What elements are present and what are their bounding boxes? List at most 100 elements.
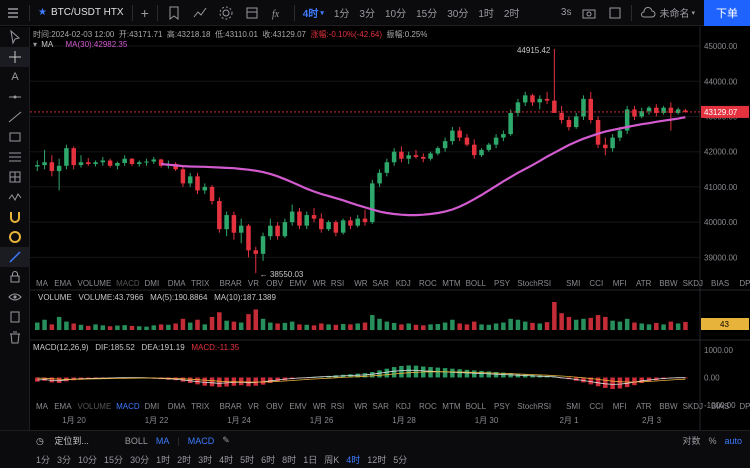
indicator-tab-smi[interactable]: SMI — [566, 402, 580, 411]
candle-body[interactable] — [515, 102, 521, 113]
candle-body[interactable] — [471, 144, 477, 156]
candle-body[interactable] — [326, 222, 331, 230]
candle-body[interactable] — [195, 176, 200, 191]
candle-body[interactable] — [151, 159, 157, 162]
magnet-tool[interactable] — [0, 207, 30, 227]
candle-body[interactable] — [122, 158, 127, 163]
candle-body[interactable] — [275, 225, 280, 237]
indicator-tab-smi[interactable]: SMI — [566, 279, 580, 288]
candle-body[interactable] — [86, 162, 91, 165]
indicator-tab-ma[interactable]: MA — [36, 402, 49, 411]
indicator-tab-skdj[interactable]: SKDJ — [683, 279, 703, 288]
candle-body[interactable] — [450, 130, 455, 142]
candle-body[interactable] — [217, 201, 222, 230]
indicator-tab-wr[interactable]: WR — [354, 402, 368, 411]
indicator-tab-trix[interactable]: TRIX — [191, 279, 210, 288]
indicator-tab-trix[interactable]: TRIX — [191, 402, 210, 411]
candle-body[interactable] — [238, 225, 244, 233]
indicator-tab-cci[interactable]: CCI — [589, 279, 603, 288]
log-scale-label[interactable]: 对数 — [682, 434, 700, 447]
indicator-tab-roc[interactable]: ROC — [419, 402, 437, 411]
text-tool[interactable]: A — [0, 67, 30, 87]
timeframe-6[interactable]: 2时 — [177, 453, 191, 466]
cloud-layout-button[interactable]: 未命名 ▾ — [635, 0, 700, 26]
indicator-tab-mtm[interactable]: MTM — [442, 279, 461, 288]
timeframe-2[interactable]: 10分 — [78, 453, 97, 466]
interval-3m[interactable]: 3分 — [354, 0, 380, 26]
candle-body[interactable] — [311, 215, 317, 219]
indicator-tab-brar[interactable]: BRAR — [220, 402, 242, 411]
candle-body[interactable] — [522, 95, 528, 103]
interval-1m[interactable]: 1分 — [329, 0, 355, 26]
candle-body[interactable] — [253, 250, 259, 254]
timeframe-4[interactable]: 30分 — [130, 453, 149, 466]
indicator-tab-bbw[interactable]: BBW — [659, 402, 678, 411]
add-symbol-button[interactable]: + — [136, 0, 154, 26]
menu-button[interactable] — [0, 0, 26, 26]
fib-tool[interactable] — [0, 147, 30, 167]
candle-body[interactable] — [377, 172, 382, 184]
candle-body[interactable] — [508, 112, 513, 135]
indicator-tab-atr[interactable]: ATR — [636, 402, 652, 411]
indicator-tab-macd[interactable]: MACD — [116, 402, 140, 411]
candle-body[interactable] — [224, 215, 229, 230]
interval-15m[interactable]: 15分 — [411, 0, 442, 26]
indicator-tab-volume[interactable]: VOLUME — [78, 402, 112, 411]
interval-active[interactable]: 4时 ▾ — [298, 0, 329, 26]
candle-body[interactable] — [384, 162, 390, 173]
indicator-tab-vr[interactable]: VR — [248, 279, 259, 288]
indicator-tab-dpo[interactable]: DPO — [739, 279, 750, 288]
overlay-boll[interactable]: BOLL — [125, 436, 148, 446]
percent-scale-button[interactable]: % — [708, 436, 716, 446]
candle-body[interactable] — [370, 183, 375, 223]
indicator-tab-boll[interactable]: BOLL — [466, 402, 487, 411]
overlay-ma[interactable]: MA — [156, 436, 170, 446]
candle-body[interactable] — [573, 116, 579, 128]
candle-body[interactable] — [42, 162, 47, 166]
symbol-selector[interactable]: ★ BTC/USDT HTX — [33, 0, 129, 26]
candle-body[interactable] — [581, 98, 586, 117]
candle-body[interactable] — [348, 220, 353, 226]
hline-tool[interactable] — [0, 87, 30, 107]
indicator-tab-bias[interactable]: BIAS — [711, 279, 729, 288]
candle-body[interactable] — [428, 153, 433, 159]
timeframe-13[interactable]: 周K — [324, 453, 339, 466]
sub-macd[interactable]: MACD — [188, 436, 215, 446]
hide-drawings-tool[interactable] — [0, 287, 30, 307]
indicator-tab-mfi[interactable]: MFI — [613, 279, 627, 288]
candle-body[interactable] — [530, 95, 535, 103]
candle-body[interactable] — [49, 162, 55, 172]
timeframe-10[interactable]: 6时 — [261, 453, 275, 466]
candle-body[interactable] — [355, 218, 360, 226]
candle-body[interactable] — [260, 236, 266, 254]
timeframe-8[interactable]: 4时 — [219, 453, 233, 466]
candle-body[interactable] — [537, 98, 543, 103]
timeframe-7[interactable]: 3时 — [198, 453, 212, 466]
candle-body[interactable] — [297, 211, 302, 226]
candle-body[interactable] — [552, 100, 557, 113]
timeframe-5[interactable]: 1时 — [156, 453, 170, 466]
grid-tool[interactable] — [0, 167, 30, 187]
watchlist-button[interactable] — [161, 0, 187, 26]
timeframe-1[interactable]: 3分 — [57, 453, 71, 466]
candle-body[interactable] — [180, 169, 186, 184]
interval-30m[interactable]: 30分 — [442, 0, 473, 26]
indicator-tab-ema[interactable]: EMA — [54, 279, 72, 288]
delete-drawings-tool[interactable] — [0, 327, 30, 347]
indicator-tab-roc[interactable]: ROC — [419, 279, 437, 288]
candle-body[interactable] — [588, 98, 594, 120]
candle-body[interactable] — [136, 162, 142, 165]
measure-tool[interactable] — [0, 247, 30, 267]
visibility-toggle-icon[interactable]: ▾ — [33, 40, 37, 49]
candle-body[interactable] — [391, 151, 397, 163]
candle-body[interactable] — [209, 186, 215, 201]
interval-10m[interactable]: 10分 — [380, 0, 411, 26]
candle-body[interactable] — [617, 130, 623, 138]
indicator-tab-stochrsi[interactable]: StochRSI — [517, 402, 551, 411]
wave-tool[interactable] — [0, 187, 30, 207]
cursor-tool[interactable] — [0, 27, 30, 47]
indicator-tab-wr[interactable]: WR — [313, 402, 327, 411]
timeframe-14[interactable]: 4时 — [346, 453, 360, 466]
candle-body[interactable] — [406, 155, 411, 159]
candle-body[interactable] — [144, 161, 149, 163]
